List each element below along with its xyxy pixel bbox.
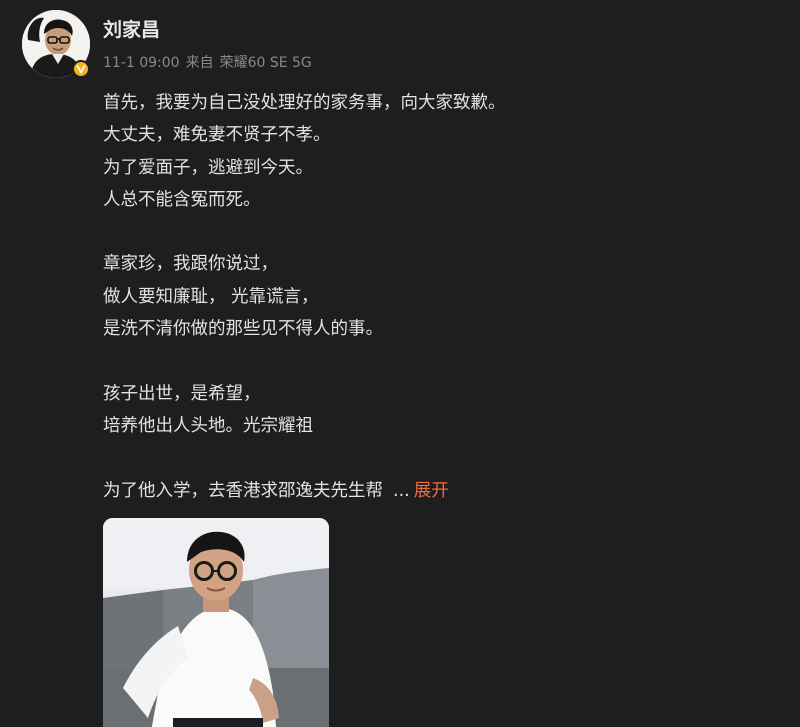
content-line: 做人要知廉耻， 光靠谎言，: [103, 286, 319, 307]
post-meta: 11-1 09:00 来自 荣耀60 SE 5G: [103, 53, 312, 73]
content-line: 培养他出人头地。光宗耀祖: [103, 415, 313, 436]
content-line: 是洗不清你做的那些见不得人的事。: [103, 319, 383, 340]
post-image[interactable]: [103, 518, 329, 727]
author-avatar[interactable]: [22, 10, 90, 78]
post-source-prefix: 来自: [185, 55, 214, 71]
post-time[interactable]: 11-1 09:00: [103, 55, 180, 71]
content-line: 章家珍，我跟你说过，: [103, 254, 278, 275]
content-line: 为了爱面子，逃避到今天。: [103, 157, 313, 178]
expand-link[interactable]: 展开: [414, 481, 449, 501]
post-content: 首先，我要为自己没处理好的家务事，向大家致歉。 大丈夫，难免妻不贤子不孝。 为了…: [103, 87, 743, 507]
content-line: 人总不能含冤而死。: [103, 189, 261, 210]
content-line: 首先，我要为自己没处理好的家务事，向大家致歉。: [103, 93, 506, 113]
content-line: 孩子出世，是希望，: [103, 383, 261, 404]
ellipsis: ...: [393, 480, 410, 501]
content-line: 大丈夫，难免妻不贤子不孝。: [103, 125, 331, 146]
verified-badge-icon: [72, 60, 90, 78]
truncated-text: 为了他入学，去香港求邵逸夫先生帮: [103, 480, 383, 501]
content-last-line: 为了他入学，去香港求邵逸夫先生帮... 展开: [103, 475, 743, 507]
author-name[interactable]: 刘家昌: [103, 18, 160, 42]
post-device: 荣耀60 SE 5G: [219, 55, 312, 71]
weibo-post: 刘家昌 11-1 09:00 来自 荣耀60 SE 5G 首先，我要为自己没处理好的…: [0, 0, 800, 727]
